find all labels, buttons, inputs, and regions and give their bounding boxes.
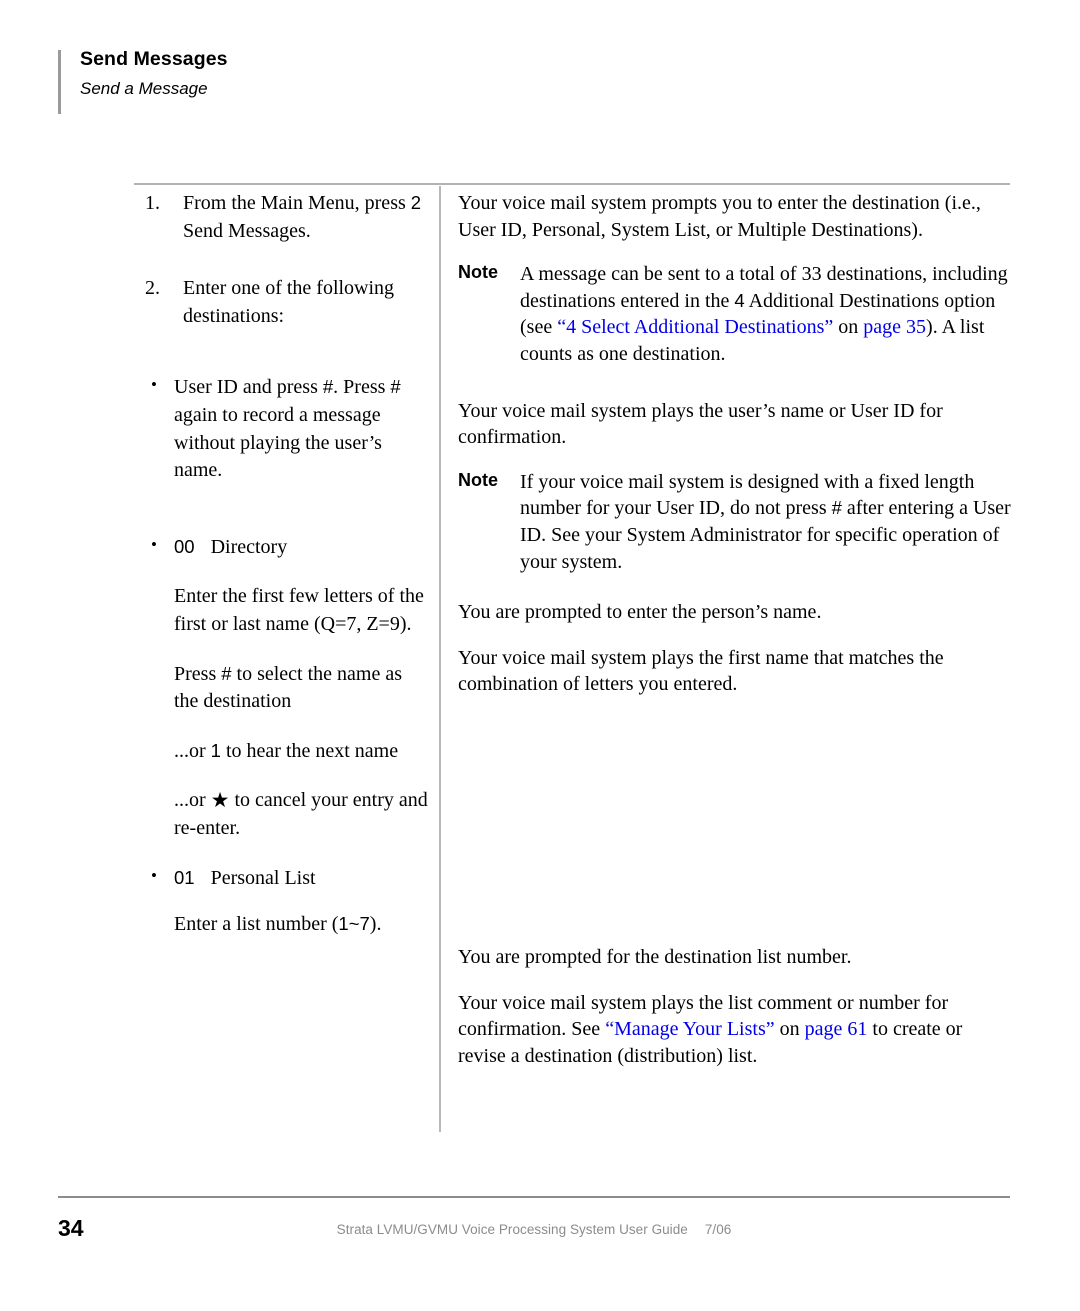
list-item-personal-list: • 01 Personal List (134, 865, 430, 893)
note-label: Note (458, 469, 498, 490)
footer-center-text: Strata LVMU/GVMU Voice Processing System… (58, 1222, 1010, 1237)
note-label: Note (458, 262, 498, 283)
keypad-key-01: 01 (174, 866, 195, 888)
link-select-additional-destinations[interactable]: “4 Select Additional Destinations” (557, 316, 833, 338)
keypad-key-2: 2 (410, 192, 422, 213)
keypad-key-star: ★ (210, 789, 230, 813)
bullet-icon: • (151, 865, 157, 885)
step-1-number: 1. (145, 192, 160, 214)
left-column: 1. From the Main Menu, press 2 Send Messag… (134, 190, 430, 939)
directory-para3-a: ...or (174, 739, 211, 762)
plays-user-name-paragraph: Your voice mail system plays the user’s … (458, 399, 943, 449)
plays-first-name-paragraph: Your voice mail system plays the first n… (458, 646, 944, 696)
keypad-key-hash: # (831, 497, 842, 519)
user-id-line1-b: . (333, 376, 339, 399)
step-2-text: Enter one of the following destinations: (183, 277, 395, 327)
list-item-user-id: • User ID and press #. Press # again to r… (134, 374, 430, 484)
page-title: Send Messages (80, 48, 228, 70)
personal-list-label: Personal List (210, 866, 316, 889)
prompted-list-number-paragraph: You are prompted for the destination lis… (458, 945, 852, 968)
page-footer: 34 Strata LVMU/GVMU Voice Processing Sys… (58, 1212, 1010, 1246)
step-2-number: 2. (145, 277, 160, 300)
directory-paragraph-1: Enter the first few letters of the first… (174, 585, 424, 635)
keypad-key-hash: # (322, 376, 334, 398)
directory-para2-a: Press (174, 662, 222, 685)
personal-list-paragraph: Enter a list number (1~7). (134, 911, 430, 939)
prompted-person-name-paragraph: You are prompted to enter the person’s n… (458, 601, 822, 624)
header-vertical-rule (58, 50, 61, 114)
step-1: 1. From the Main Menu, press 2 Send Messag… (134, 190, 430, 245)
keypad-key-hash: # (390, 376, 401, 398)
right-column: Your voice mail system prompts you to en… (458, 190, 1014, 1069)
directory-paragraph-4: ...or ★ to cancel your entry and re-ente… (134, 787, 430, 842)
directory-label: Directory (210, 535, 288, 558)
page-subtitle: Send a Message (80, 79, 208, 99)
column-divider (439, 186, 441, 1132)
footer-rule (58, 1196, 1010, 1198)
footer-date: 7/06 (704, 1222, 732, 1237)
note1-text-c: on (833, 316, 864, 339)
bullet-icon: • (151, 375, 157, 395)
directory-paragraph-3: ...or 1 to hear the next name (134, 738, 430, 766)
user-id-line2-a: Press (343, 376, 391, 399)
directory-paragraph-2: Press # to select the name as the destin… (134, 661, 430, 716)
bullet-icon: • (151, 534, 157, 554)
list-item-directory: • 00 Directory (134, 534, 430, 562)
content-top-rule (134, 183, 1010, 185)
keypad-key-hash: # (221, 662, 232, 684)
keypad-key-1: 1 (210, 739, 221, 761)
directory-para3-b: to hear the next name (220, 739, 399, 762)
keypad-key-4: 4 (734, 289, 745, 311)
step-1-text-before: From the Main Menu, press (183, 192, 411, 214)
plays-list-comment-paragraph: Your voice mail system plays the list co… (458, 990, 1014, 1070)
footer-guide-title: Strata LVMU/GVMU Voice Processing System… (336, 1222, 688, 1237)
step-1-text-after: Send Messages. (183, 219, 311, 242)
user-id-line1-a: User ID and press (174, 376, 323, 399)
personal-list-para-b: ). (369, 913, 382, 936)
user-id-line2-b: again to record a message without playin… (174, 403, 382, 482)
keypad-key-00: 00 (174, 535, 195, 557)
prompt-destination-paragraph: Your voice mail system prompts you to en… (458, 192, 981, 241)
keypad-key-range: 1~7 (338, 913, 370, 935)
directory-para4-a: ...or (174, 789, 211, 812)
note-2: Note If your voice mail system is designe… (458, 469, 1014, 575)
list-comment-text-b: on (774, 1018, 805, 1041)
note-1: Note A message can be sent to a total of … (458, 261, 1014, 367)
link-page-35[interactable]: page 35 (863, 316, 926, 338)
personal-list-para-a: Enter a list number ( (174, 913, 339, 936)
page-header: Send Messages Send a Message (58, 48, 680, 114)
link-page-61[interactable]: page 61 (805, 1018, 868, 1040)
step-2: 2. Enter one of the following destination… (134, 275, 430, 330)
link-manage-your-lists[interactable]: “Manage Your Lists” (605, 1018, 774, 1040)
